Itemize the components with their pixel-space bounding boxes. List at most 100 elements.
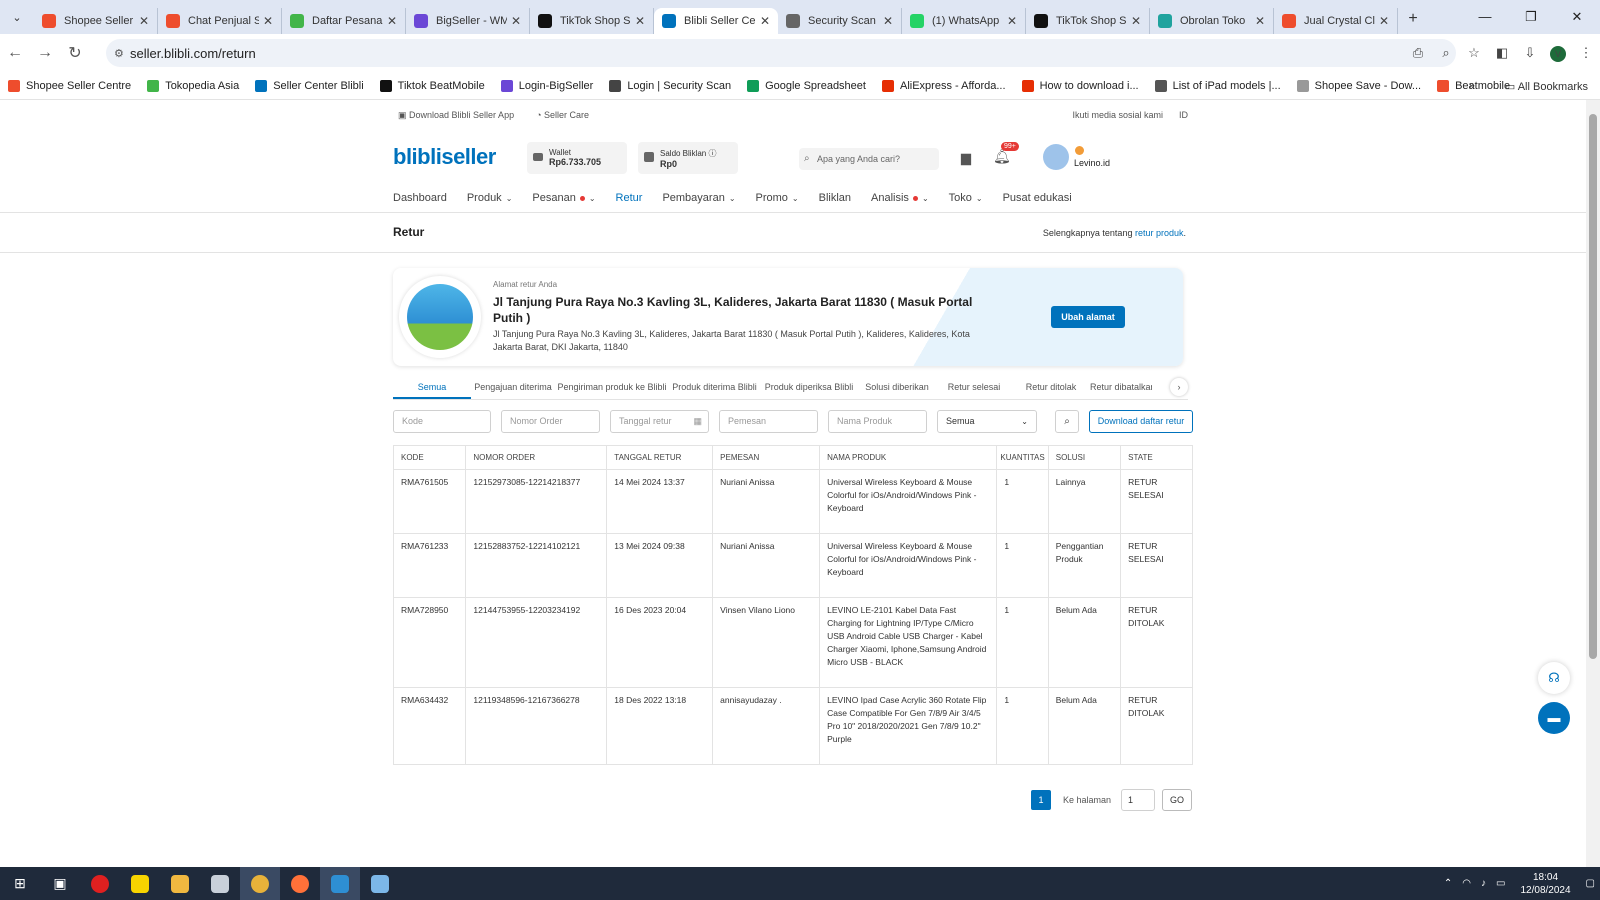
avatar[interactable]	[1043, 144, 1069, 170]
menu-item-pesanan[interactable]: Pesanan ⌄	[532, 188, 595, 208]
battery-icon[interactable]: ▭	[1496, 878, 1505, 889]
bookmark-item[interactable]: Tiktok BeatMobile	[379, 79, 485, 92]
extensions-icon[interactable]: ◧	[1488, 45, 1516, 61]
app2-icon[interactable]	[320, 867, 360, 900]
browser-tab[interactable]: Obrolan Toko ✕	[1150, 8, 1274, 34]
restore-icon[interactable]: ❐	[1508, 0, 1554, 34]
header-search-input[interactable]: ⌕ Apa yang Anda cari?	[799, 148, 939, 170]
tab-close-icon[interactable]: ✕	[139, 14, 149, 28]
status-tab[interactable]: Produk diterima Blibli	[669, 376, 760, 399]
bookmark-item[interactable]: Google Spreadsheet	[747, 79, 866, 92]
all-bookmarks[interactable]: ▭ All Bookmarks	[1505, 80, 1588, 93]
tab-close-icon[interactable]: ✕	[387, 14, 397, 28]
file-explorer-icon[interactable]	[160, 867, 200, 900]
menu-item-dashboard[interactable]: Dashboard	[393, 188, 447, 208]
status-tab[interactable]: Pengajuan diterima	[471, 376, 555, 399]
download-list-button[interactable]: Download daftar retur	[1089, 410, 1193, 433]
blibliseller-logo[interactable]: blibliseller	[393, 144, 496, 170]
tab-close-icon[interactable]: ✕	[1379, 14, 1389, 28]
page-1-button[interactable]: 1	[1031, 790, 1051, 810]
tabs-next-icon[interactable]: ›	[1170, 378, 1188, 396]
page-scrollbar[interactable]	[1586, 100, 1600, 867]
browser-tab[interactable]: Security Scan ✕	[778, 8, 902, 34]
go-button[interactable]: GO	[1162, 789, 1193, 811]
username[interactable]: Levino.id	[1074, 158, 1110, 168]
close-window-icon[interactable]: ✕	[1554, 0, 1600, 34]
profile-avatar[interactable]: V	[1544, 45, 1572, 62]
task-view-icon[interactable]: ▣	[40, 867, 80, 900]
saldo-widget[interactable]: Saldo Bliklan ⓘ Rp0	[638, 142, 738, 174]
language-switch[interactable]: ID	[1179, 110, 1188, 120]
new-tab-button[interactable]: +	[1398, 10, 1428, 28]
browser-tab[interactable]: Daftar Pesanan ✕	[282, 8, 406, 34]
status-tab[interactable]: Solusi diberikan	[858, 376, 936, 399]
scrollbar-thumb[interactable]	[1589, 114, 1597, 659]
status-tab[interactable]: Retur selesai	[936, 376, 1012, 399]
menu-item-produk[interactable]: Produk ⌄	[467, 188, 513, 208]
browser-tab[interactable]: BigSeller - WM ✕	[406, 8, 530, 34]
wallet-widget[interactable]: Wallet Rp6.733.705	[527, 142, 627, 174]
tab-close-icon[interactable]: ✕	[511, 14, 521, 28]
menu-icon[interactable]: ⋮	[1572, 45, 1600, 61]
pemesan-input[interactable]: Pemesan	[719, 410, 818, 433]
bookmark-item[interactable]: Seller Center Blibli	[255, 79, 364, 92]
search-button[interactable]: ⌕	[1055, 410, 1079, 433]
retur-produk-link[interactable]: retur produk	[1135, 228, 1184, 238]
network-icon[interactable]: ◠	[1462, 878, 1471, 889]
bookmark-item[interactable]: Login-BigSeller	[500, 79, 593, 92]
bookmark-item[interactable]: Shopee Save - Dow...	[1296, 79, 1421, 92]
tab-close-icon[interactable]: ✕	[883, 14, 893, 28]
zoom-icon[interactable]: ⌕	[1432, 45, 1460, 61]
tab-close-icon[interactable]: ✕	[1255, 14, 1265, 28]
bookmark-item[interactable]: Login | Security Scan	[609, 79, 731, 92]
windows-start-icon[interactable]: ⊞	[0, 867, 40, 900]
tab-search-icon[interactable]: ⌄	[0, 0, 34, 34]
menu-item-promo[interactable]: Promo ⌄	[756, 188, 799, 208]
bookmark-item[interactable]: Shopee Seller Centre	[8, 79, 131, 92]
menu-item-retur[interactable]: Retur	[616, 188, 643, 208]
status-tab[interactable]: Pengiriman produk ke Blibli	[555, 376, 669, 399]
kode-input[interactable]: Kode	[393, 410, 491, 433]
menu-item-pembayaran[interactable]: Pembayaran ⌄	[662, 188, 735, 208]
clock[interactable]: 18:04 12/08/2024	[1520, 871, 1570, 897]
forward-icon[interactable]: →	[30, 44, 60, 62]
chat-icon[interactable]: ▆	[961, 150, 971, 166]
menu-item-bliklan[interactable]: Bliklan	[819, 188, 851, 208]
nama-produk-input[interactable]: Nama Produk	[828, 410, 927, 433]
chrome-icon[interactable]	[240, 867, 280, 900]
chat-bubble-icon[interactable]: ▬	[1538, 702, 1570, 734]
bookmark-item[interactable]: Tokopedia Asia	[147, 79, 239, 92]
app-icon[interactable]	[200, 867, 240, 900]
status-tab[interactable]: Produk diperiksa Blibli	[760, 376, 858, 399]
install-icon[interactable]: ⎙	[1404, 45, 1432, 61]
more-bookmarks-icon[interactable]: »	[1469, 80, 1475, 92]
browser-tab[interactable]: (1) WhatsApp ✕	[902, 8, 1026, 34]
headset-support-icon[interactable]: ☊	[1538, 662, 1570, 694]
tab-close-icon[interactable]: ✕	[635, 14, 645, 28]
bookmark-item[interactable]: AliExpress - Afforda...	[881, 79, 1006, 92]
page-number-input[interactable]: 1	[1121, 789, 1156, 811]
reload-icon[interactable]: ↻	[60, 43, 90, 63]
download-icon[interactable]: ⇩	[1516, 45, 1544, 61]
bookmark-item[interactable]: How to download i...	[1021, 79, 1139, 92]
status-tab[interactable]: Retur ditolak	[1012, 376, 1090, 399]
browser-tab[interactable]: Shopee Seller C ✕	[34, 8, 158, 34]
menu-item-pusat-edukasi[interactable]: Pusat edukasi	[1003, 188, 1072, 208]
status-tab[interactable]: Semua	[393, 376, 471, 399]
site-info-icon[interactable]: ⚙	[114, 47, 124, 60]
back-icon[interactable]: ←	[0, 44, 30, 62]
browser-tab[interactable]: Jual Crystal Cle ✕	[1274, 8, 1398, 34]
tanggal-retur-input[interactable]: Tanggal retur ▦	[610, 410, 709, 433]
browser-tab[interactable]: Chat Penjual Sh ✕	[158, 8, 282, 34]
bookmark-item[interactable]: List of iPad models |...	[1154, 79, 1281, 92]
volume-icon[interactable]: ♪	[1481, 878, 1486, 889]
change-address-button[interactable]: Ubah alamat	[1051, 306, 1125, 328]
download-app-link[interactable]: ▣ Download Blibli Seller App	[398, 110, 514, 126]
opera-icon[interactable]	[80, 867, 120, 900]
tab-close-icon[interactable]: ✕	[1007, 14, 1017, 28]
browser-tab[interactable]: Blibli Seller Cen ✕	[654, 8, 778, 34]
tab-close-icon[interactable]: ✕	[263, 14, 273, 28]
tray-chevron-icon[interactable]: ⌃	[1444, 878, 1452, 889]
menu-item-toko[interactable]: Toko ⌄	[949, 188, 983, 208]
firefox-icon[interactable]	[280, 867, 320, 900]
